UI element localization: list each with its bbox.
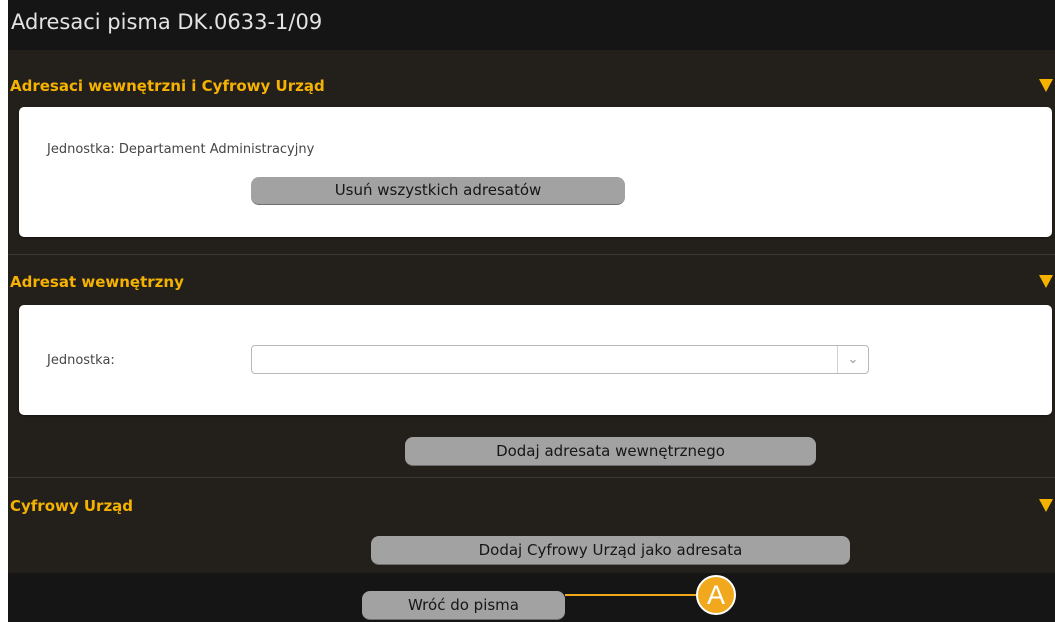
back-to-letter-button[interactable]: Wróć do pisma <box>362 591 565 620</box>
callout-badge: A <box>696 575 736 615</box>
page: Adresaci pisma DK.0633-1/09 Adresaci wew… <box>0 0 1055 622</box>
collapse-triangle-icon[interactable] <box>1039 79 1053 92</box>
add-digital-office-button[interactable]: Dodaj Cyfrowy Urząd jako adresata <box>371 536 850 565</box>
addressees-dialog: Adresaci pisma DK.0633-1/09 Adresaci wew… <box>8 0 1055 622</box>
unit-text: Jednostka: Departament Administracyjny <box>47 142 315 157</box>
collapse-triangle-icon[interactable] <box>1039 499 1053 512</box>
add-internal-addressee-button[interactable]: Dodaj adresata wewnętrznego <box>405 437 816 466</box>
unit-label: Jednostka: <box>47 353 115 368</box>
section-header-internal-and-digital[interactable]: Adresaci wewnętrzni i Cyfrowy Urząd <box>8 69 1055 103</box>
callout-connector-line <box>565 594 701 596</box>
chevron-down-icon[interactable]: ⌄ <box>837 346 868 373</box>
section-title: Adresaci wewnętrzni i Cyfrowy Urząd <box>10 77 325 95</box>
section-divider <box>8 254 1055 255</box>
internal-addressee-panel: Jednostka: ⌄ <box>19 305 1052 415</box>
section-header-digital-office[interactable]: Cyfrowy Urząd <box>8 489 1055 523</box>
remove-all-addressees-button[interactable]: Usuń wszystkich adresatów <box>251 177 625 205</box>
section-title: Adresat wewnętrzny <box>10 273 184 291</box>
section-divider <box>8 477 1055 478</box>
section-header-internal[interactable]: Adresat wewnętrzny <box>8 265 1055 299</box>
dialog-title: Adresaci pisma DK.0633-1/09 <box>8 0 1055 50</box>
section-title: Cyfrowy Urząd <box>10 497 134 515</box>
dialog-footer: Wróć do pisma <box>8 573 1055 622</box>
unit-select[interactable]: ⌄ <box>251 345 869 374</box>
collapse-triangle-icon[interactable] <box>1039 275 1053 288</box>
current-addressees-panel: Jednostka: Departament Administracyjny U… <box>19 107 1052 237</box>
